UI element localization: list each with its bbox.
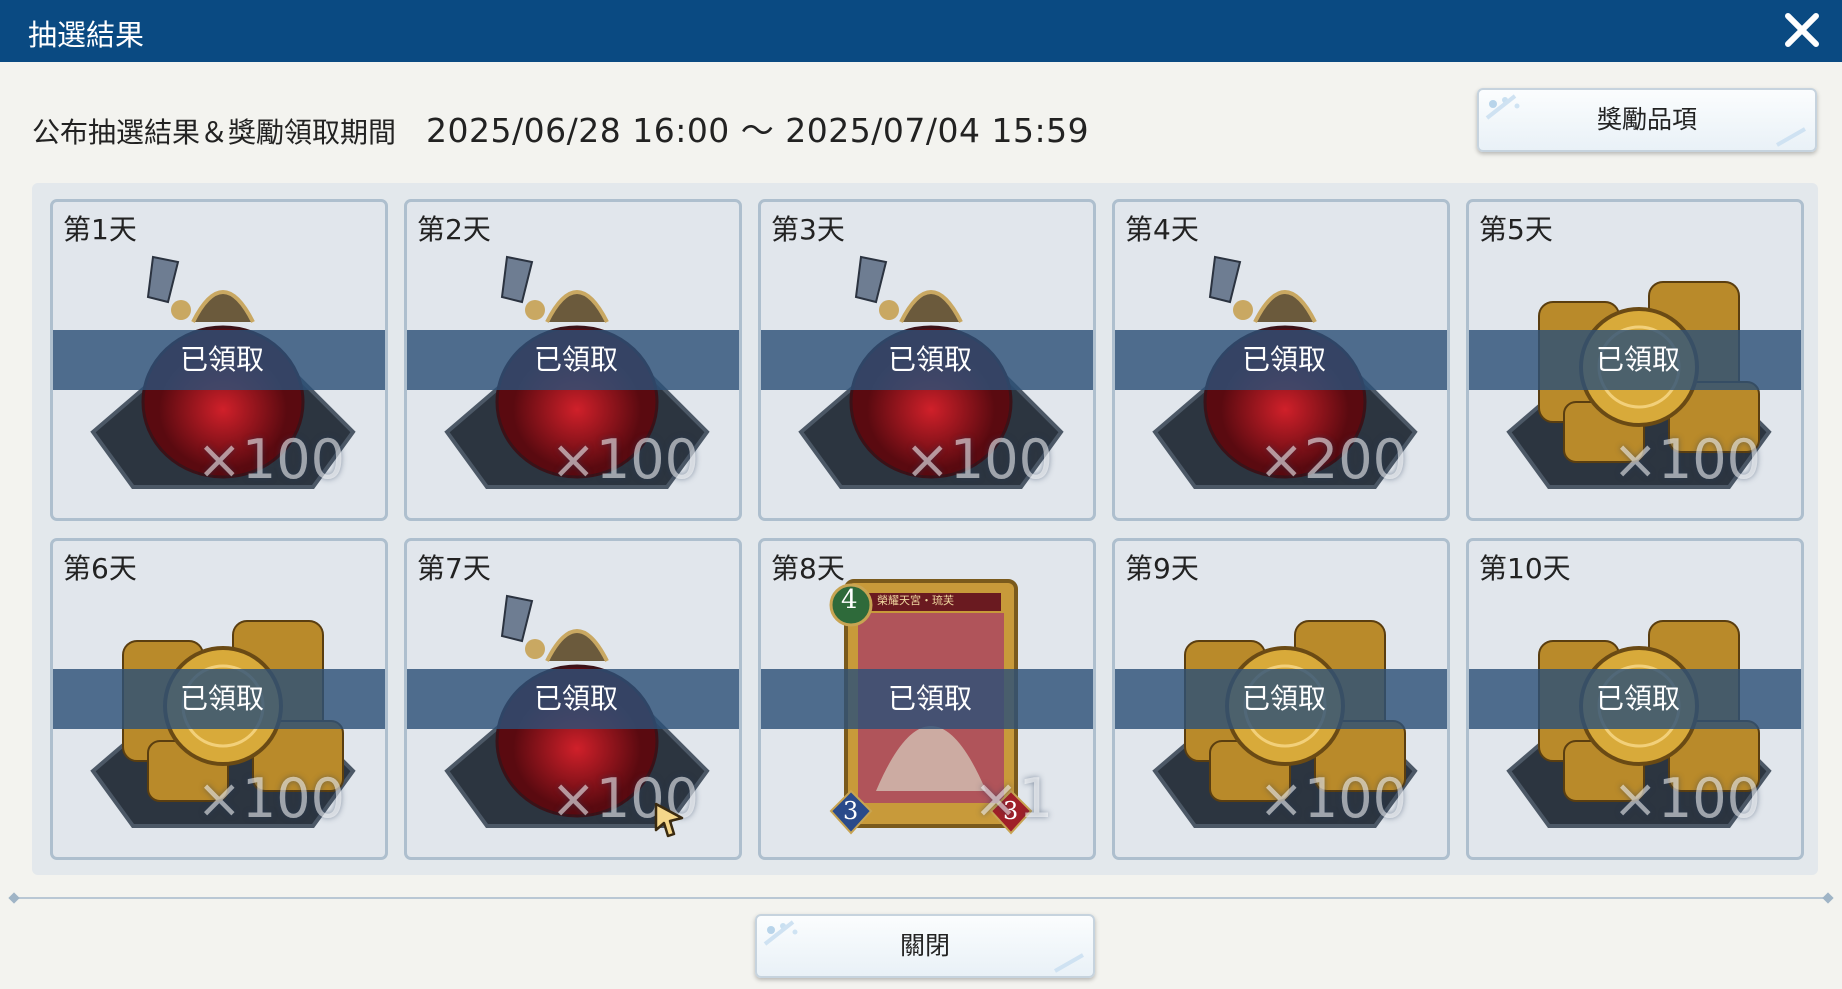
card-defense: 3 <box>1003 797 1019 825</box>
reward-day-label: 第7天 <box>417 552 491 585</box>
reward-card[interactable]: 第10天 ×100 已領取 <box>1466 538 1804 860</box>
reward-day-label: 第5天 <box>1479 213 1553 246</box>
dialog-title: 抽選結果 <box>28 18 145 52</box>
period-info: 公布抽選結果＆獎勵領取期間 2025/06/28 16:00 ～ 2025/07/… <box>32 104 1089 152</box>
reward-card[interactable]: 第6天 ×100 已領取 <box>50 538 388 860</box>
button-sparkle-icon <box>1485 94 1520 120</box>
card-cost: 4 <box>841 585 858 615</box>
reward-card[interactable]: 第5天 ×100 已領取 <box>1466 199 1804 521</box>
close-icon[interactable] <box>1778 6 1826 54</box>
close-button-label: 關閉 <box>899 931 950 960</box>
reward-card[interactable]: 第1天 ×100 已領取 <box>50 199 388 521</box>
reward-quantity: ×100 <box>904 428 1053 491</box>
divider <box>14 897 1828 899</box>
reward-day-label: 第1天 <box>63 213 137 246</box>
button-sparkle-icon <box>763 920 798 946</box>
reward-card[interactable]: 第2天 ×100 已領取 <box>404 199 742 521</box>
reward-day-label: 第3天 <box>771 213 845 246</box>
claimed-status: 已領取 <box>179 682 264 715</box>
reward-quantity: ×100 <box>550 428 699 491</box>
reward-day-label: 第10天 <box>1479 552 1571 585</box>
period-label: 公布抽選結果＆獎勵領取期間 <box>32 116 397 149</box>
reward-card[interactable]: 第4天 ×200 已領取 <box>1112 199 1450 521</box>
title-bar: 抽選結果 <box>0 0 1842 62</box>
close-button[interactable]: 關閉 <box>755 914 1095 978</box>
reward-day-label: 第8天 <box>771 552 845 585</box>
claimed-status: 已領取 <box>1241 343 1326 376</box>
reward-quantity: ×100 <box>196 767 345 830</box>
claimed-status: 已領取 <box>1241 682 1326 715</box>
reward-day-label: 第2天 <box>417 213 491 246</box>
reward-quantity: ×100 <box>1612 767 1761 830</box>
claimed-status: 已領取 <box>1595 343 1680 376</box>
claimed-status: 已領取 <box>887 682 972 715</box>
reward-day-label: 第6天 <box>63 552 137 585</box>
claimed-status: 已領取 <box>887 343 972 376</box>
lottery-result-dialog: 抽選結果 公布抽選結果＆獎勵領取期間 2025/06/28 16:00 ～ 202… <box>0 0 1842 989</box>
cursor-icon <box>654 802 684 838</box>
button-sparkle-icon <box>1054 953 1084 973</box>
reward-card[interactable]: 第3天 ×100 已領取 <box>758 199 1096 521</box>
card-attack: 3 <box>843 797 859 825</box>
period-dates: 2025/06/28 16:00 ～ 2025/07/04 15:59 <box>426 111 1090 150</box>
claimed-status: 已領取 <box>533 343 618 376</box>
rewards-list-button[interactable]: 獎勵品項 <box>1477 88 1817 152</box>
reward-quantity: ×100 <box>1612 428 1761 491</box>
reward-quantity: ×100 <box>196 428 345 491</box>
card-name: 榮耀天宮・琉芙 <box>877 594 954 607</box>
reward-day-label: 第4天 <box>1125 213 1199 246</box>
claimed-status: 已領取 <box>179 343 264 376</box>
reward-card[interactable]: 第9天 ×100 已領取 <box>1112 538 1450 860</box>
reward-quantity: ×100 <box>1258 767 1407 830</box>
button-sparkle-icon <box>1776 127 1806 147</box>
reward-card[interactable]: 第7天 ×100 已領取 <box>404 538 742 860</box>
claimed-status: 已領取 <box>533 682 618 715</box>
reward-card[interactable]: 第8天 4 3 3 榮耀天宮・琉芙 ×1 已領取 <box>758 538 1096 860</box>
rewards-list-label: 獎勵品項 <box>1596 105 1697 134</box>
reward-quantity: ×200 <box>1258 428 1407 491</box>
claimed-status: 已領取 <box>1595 682 1680 715</box>
reward-day-label: 第9天 <box>1125 552 1199 585</box>
